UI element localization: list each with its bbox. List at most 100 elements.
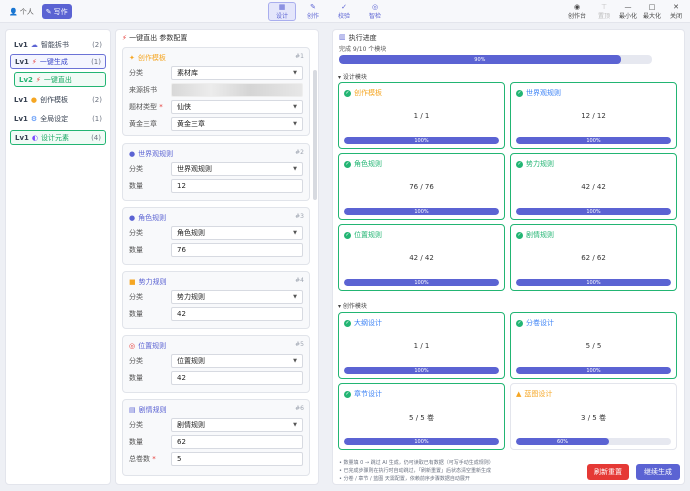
- module-percent: 60%: [556, 438, 569, 445]
- field-label: 数量: [129, 373, 171, 383]
- module-progress-bar: 100%: [516, 137, 671, 144]
- design-module-3[interactable]: ✓ 势力规则 42 / 42 100%: [510, 153, 677, 220]
- card-number: #4: [295, 277, 304, 284]
- tree-count: (4): [91, 133, 101, 142]
- field-row: 分类 世界观规则 ▼: [129, 162, 303, 176]
- create-module-3[interactable]: ▲ 蓝图设计 3 / 5 卷 60%: [510, 383, 677, 450]
- tree-item-4[interactable]: Lv1 ⚙ 全局设定 (1): [10, 111, 106, 126]
- design-module-5[interactable]: ✓ 剧情规则 62 / 62 100%: [510, 224, 677, 291]
- create-module-0[interactable]: ✓ 大纲设计 1 / 1 100%: [338, 312, 505, 379]
- number-input[interactable]: 12: [171, 179, 303, 193]
- continue-button[interactable]: 继续生成: [636, 464, 680, 480]
- window-button-3[interactable]: □ 最大化: [640, 2, 664, 21]
- module-count: 3 / 5 卷: [581, 414, 606, 422]
- create-section-label: ▾ 创作模块: [338, 303, 367, 310]
- chevron-down-icon: ▼: [293, 121, 297, 127]
- window-icon: ◉: [573, 3, 581, 11]
- config-panel: ⚡ 一键直出 参数配置 ✦ 创作模板 #1 分类 素材库 ▼ 来源拆书 题材类型 * 仙侠 ▼ 黄金…: [115, 29, 319, 485]
- window-button-1[interactable]: ⊤ 置顶: [592, 2, 616, 21]
- select-field[interactable]: 剧情规则 ▼: [171, 418, 303, 432]
- design-module-0[interactable]: ✓ 创作模板 1 / 1 100%: [338, 82, 505, 149]
- tab-label: 设计: [275, 13, 288, 20]
- module-title: 大纲设计: [354, 319, 382, 327]
- create-module-2[interactable]: ✓ 章节设计 5 / 5 卷 100%: [338, 383, 505, 450]
- tree-item-0[interactable]: Lv1 ☁ 智能拆书 (2): [10, 37, 106, 52]
- select-field[interactable]: 世界观规则 ▼: [171, 162, 303, 176]
- module-title: 章节设计: [354, 390, 382, 398]
- number-input[interactable]: 62: [171, 435, 303, 449]
- module-progress-fill: 100%: [516, 208, 671, 215]
- tree-item-1[interactable]: Lv1 ⚡ 一键生成 (1): [10, 54, 106, 69]
- write-button[interactable]: ✎ 写作: [41, 4, 72, 19]
- tree-item-5[interactable]: Lv1 ◐ 设计元素 (4): [10, 130, 106, 145]
- scrollbar[interactable]: [313, 70, 317, 200]
- chevron-down-icon: ▼: [293, 166, 297, 172]
- progress-summary: 完成 9/10 个模块: [339, 46, 387, 53]
- check-icon: ✓: [516, 319, 523, 327]
- field-value: 位置规则: [177, 357, 205, 365]
- card-number: #2: [295, 149, 304, 156]
- card-number: #5: [295, 341, 304, 348]
- select-field[interactable]: 素材库 ▼: [171, 66, 303, 80]
- tab-2[interactable]: ✓ 校验: [330, 2, 358, 21]
- field-label-text: 分类: [129, 357, 143, 365]
- window-icon: ⊤: [600, 3, 608, 11]
- tab-3[interactable]: ◎ 智检: [361, 2, 389, 21]
- select-field[interactable]: 黄金三章 ▼: [171, 117, 303, 131]
- field-value: 黄金三章: [177, 120, 205, 128]
- number-input[interactable]: [171, 83, 303, 97]
- module-progress-bar: 100%: [516, 367, 671, 374]
- field-value: 12: [177, 182, 186, 190]
- check-icon: ✓: [516, 160, 523, 168]
- notes: • 数量填 0 → 跳过 AI 生成，仍可读取已有数据（可写手动生成规则） • …: [339, 460, 494, 482]
- tree-level: Lv1: [14, 95, 28, 104]
- module-header: ✓ 创作模板: [344, 88, 382, 98]
- field-value: 42: [177, 310, 186, 318]
- field-label-text: 来源拆书: [129, 86, 157, 94]
- tree-level: Lv1: [14, 40, 28, 49]
- number-input[interactable]: 42: [171, 307, 303, 321]
- tree-icon: ⚙: [30, 114, 38, 123]
- window-label: 创作台: [567, 13, 586, 20]
- field-label-text: 分类: [129, 229, 143, 237]
- number-input[interactable]: 76: [171, 243, 303, 257]
- select-field[interactable]: 角色规则 ▼: [171, 226, 303, 240]
- tree-item-3[interactable]: Lv1 ● 创作模板 (2): [10, 92, 106, 107]
- window-label: 关闭: [669, 13, 682, 20]
- module-progress-bar: 60%: [516, 438, 671, 445]
- personal-button[interactable]: 👤 个人: [5, 4, 38, 19]
- tab-0[interactable]: ▦ 设计: [268, 2, 296, 21]
- module-count: 1 / 1: [413, 342, 430, 350]
- reset-button[interactable]: 刷新重置: [587, 464, 629, 480]
- design-module-2[interactable]: ✓ 角色规则 76 / 76 100%: [338, 153, 505, 220]
- field-label-text: 分类: [129, 293, 143, 301]
- field-label: 分类: [129, 420, 171, 430]
- field-label-text: 数量: [129, 438, 143, 446]
- check-icon: ✓: [344, 319, 351, 327]
- field-label-text: 数量: [129, 246, 143, 254]
- create-module-1[interactable]: ✓ 分卷设计 5 / 5 100%: [510, 312, 677, 379]
- design-module-4[interactable]: ✓ 位置规则 42 / 42 100%: [338, 224, 505, 291]
- field-value: 仙侠: [177, 103, 191, 111]
- window-button-4[interactable]: ✕ 关闭: [664, 2, 688, 21]
- card-header: ▤ 剧情规则: [129, 405, 167, 415]
- number-input[interactable]: 5: [171, 452, 303, 466]
- window-button-0[interactable]: ◉ 创作台: [562, 2, 592, 21]
- card-header: ● 角色规则: [129, 213, 166, 223]
- module-percent: 100%: [414, 137, 429, 144]
- tree-icon: ⚡: [35, 75, 41, 84]
- tree-item-2[interactable]: Lv2 ⚡ 一键直出: [14, 72, 106, 87]
- module-title: 分卷设计: [526, 319, 554, 327]
- number-input[interactable]: 42: [171, 371, 303, 385]
- tab-1[interactable]: ✎ 创作: [299, 2, 327, 21]
- design-section-label: ▾ 设计模块: [338, 74, 367, 81]
- select-field[interactable]: 位置规则 ▼: [171, 354, 303, 368]
- select-field[interactable]: 仙侠 ▼: [171, 100, 303, 114]
- card-title: 创作模板: [137, 54, 166, 62]
- window-button-2[interactable]: — 最小化: [616, 2, 640, 21]
- design-module-1[interactable]: ✓ 世界观规则 12 / 12 100%: [510, 82, 677, 149]
- select-field[interactable]: 势力规则 ▼: [171, 290, 303, 304]
- config-card-5: ▤ 剧情规则 #6 分类 剧情规则 ▼ 数量 62 总卷数 * 5: [122, 399, 310, 476]
- module-progress-bar: 100%: [344, 208, 499, 215]
- field-label-text: 总卷数: [129, 455, 150, 463]
